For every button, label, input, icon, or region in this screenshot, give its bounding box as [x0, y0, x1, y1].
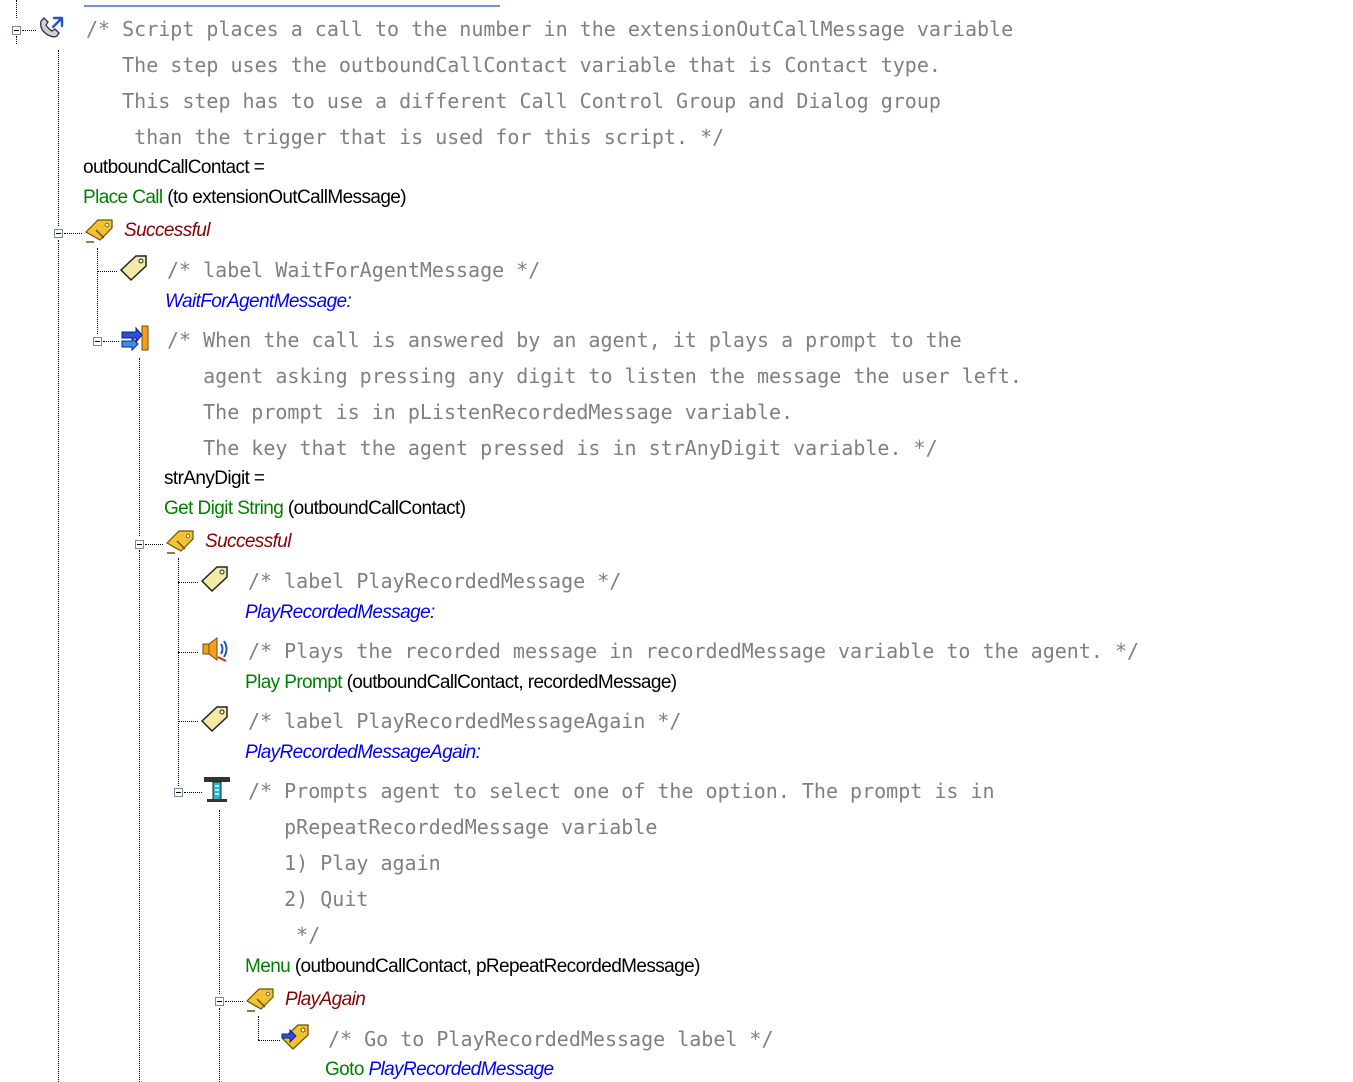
selection-underline: [84, 5, 500, 7]
tree-line: [16, 36, 17, 44]
tree-line: [178, 721, 198, 722]
tree-line: [16, 0, 17, 18]
tree-line: [64, 233, 82, 234]
label-wait-for-agent[interactable]: WaitForAgentMessage:: [165, 290, 352, 314]
get-digit-step[interactable]: Get Digit String (outboundCallContact): [164, 497, 466, 521]
label-comment[interactable]: /* label PlayRecordedMessageAgain */: [248, 703, 681, 739]
tree-line: [219, 1008, 220, 1082]
get-digit-assignment[interactable]: strAnyDigit =: [164, 467, 265, 491]
tree-line: [178, 558, 179, 786]
menu-step[interactable]: Menu (outboundCallContact, pRepeatRecord…: [245, 955, 700, 979]
place-call-assignment[interactable]: outboundCallContact =: [83, 156, 265, 180]
tree-line: [139, 358, 140, 536]
tree-line: [97, 248, 98, 334]
play-prompt-comment[interactable]: /* Plays the recorded message in recorde…: [248, 633, 1139, 669]
branch-tag-icon: [82, 218, 114, 246]
tree-line: [22, 30, 36, 31]
tree-line: [139, 550, 140, 1082]
speaker-icon: [200, 635, 232, 663]
get-digit-comment[interactable]: /* When the call is answered by an agent…: [167, 322, 1022, 466]
label-icon: [199, 565, 231, 593]
menu-icon: [201, 775, 233, 803]
label-icon: [199, 705, 231, 733]
tree-line: [58, 50, 59, 226]
goto-comment[interactable]: /* Go to PlayRecordedMessage label */: [328, 1021, 774, 1057]
goto-target: PlayRecordedMessage: [368, 1059, 554, 1080]
branch-play-again[interactable]: PlayAgain: [285, 988, 366, 1012]
step-name: Get Digit String: [164, 498, 284, 519]
label-comment[interactable]: /* label PlayRecordedMessage */: [248, 563, 621, 599]
tree-line: [178, 582, 198, 583]
tree-line: [258, 1040, 280, 1041]
goto-icon: [280, 1023, 312, 1051]
collapse-toggle-get-digit[interactable]: [93, 337, 102, 346]
step-args: (outboundCallContact): [283, 498, 466, 519]
label-play-recorded-message[interactable]: PlayRecordedMessage:: [245, 601, 435, 625]
goto-step[interactable]: Goto PlayRecordedMessage: [325, 1058, 554, 1082]
branch-successful[interactable]: Successful: [124, 219, 210, 243]
collapse-toggle-successful-digit[interactable]: [135, 540, 144, 549]
step-args: (outboundCallContact, recordedMessage): [341, 672, 678, 693]
branch-successful-digit[interactable]: Successful: [205, 530, 291, 554]
tree-line: [97, 271, 117, 272]
tree-line: [258, 1016, 259, 1040]
step-name: Place Call: [83, 187, 163, 208]
tree-line: [103, 341, 119, 342]
tree-line: [184, 792, 202, 793]
phone-icon: [36, 14, 68, 42]
step-name: Play Prompt: [245, 672, 342, 693]
collapse-toggle-play-again[interactable]: [215, 997, 224, 1006]
step-args: (outboundCallContact, pRepeatRecordedMes…: [290, 956, 701, 977]
tree-line: [145, 544, 163, 545]
menu-comment[interactable]: /* Prompts agent to select one of the op…: [248, 773, 995, 953]
label-icon: [118, 254, 150, 282]
collapse-toggle-menu[interactable]: [174, 788, 183, 797]
collapse-toggle-successful[interactable]: [54, 229, 63, 238]
tree-line: [58, 240, 59, 1082]
step-args: (to extensionOutCallMessage): [162, 187, 406, 208]
place-call-step[interactable]: Place Call (to extensionOutCallMessage): [83, 186, 407, 210]
step-name: Menu: [245, 956, 291, 977]
collapse-toggle-place-call[interactable]: [12, 26, 21, 35]
play-prompt-step[interactable]: Play Prompt (outboundCallContact, record…: [245, 671, 677, 695]
tree-line: [219, 810, 220, 994]
label-play-recorded-message-again[interactable]: PlayRecordedMessageAgain:: [245, 741, 481, 765]
tree-line: [225, 1001, 243, 1002]
place-call-comment[interactable]: /* Script places a call to the number in…: [86, 11, 1013, 155]
tree-line: [178, 652, 198, 653]
label-comment[interactable]: /* label WaitForAgentMessage */: [167, 252, 540, 288]
branch-tag-icon: [243, 987, 275, 1015]
get-digit-icon: [120, 324, 152, 352]
branch-tag-icon: [163, 529, 195, 557]
step-name: Goto: [325, 1059, 364, 1080]
